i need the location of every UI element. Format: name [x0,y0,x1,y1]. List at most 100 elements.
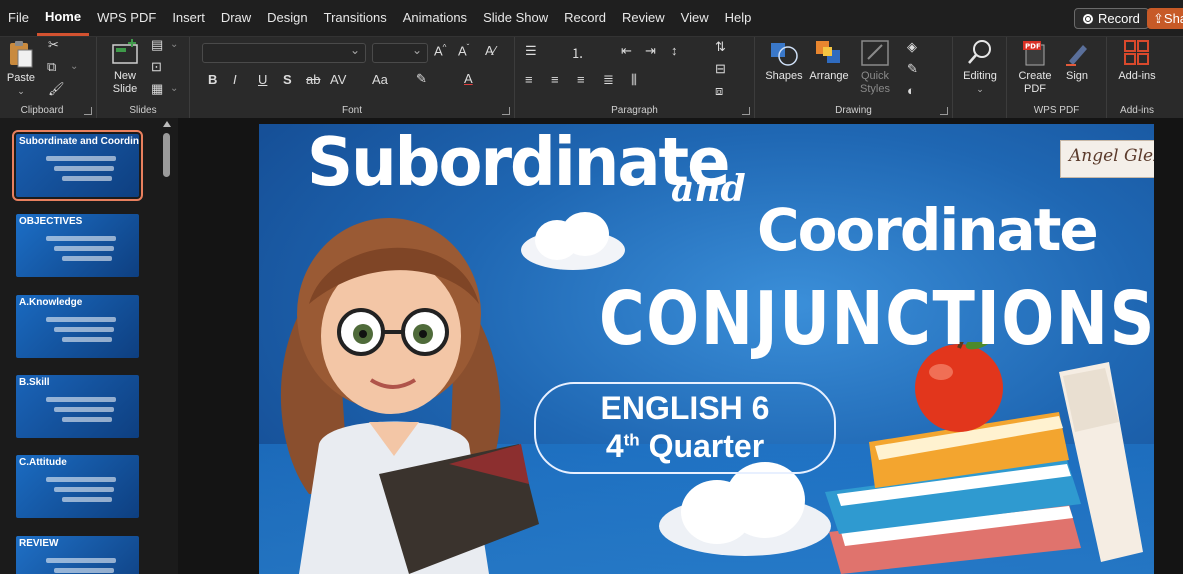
share-button[interactable]: ⇪Share [1147,8,1183,29]
record-icon [1083,13,1093,24]
paste-label: Paste [6,72,36,84]
create-pdf-button[interactable]: PDF Create PDF [1013,39,1057,96]
underline-icon[interactable]: U [258,72,267,87]
copy-icon[interactable]: ⧉ [47,59,56,75]
font-name-dropdown[interactable] [202,43,366,63]
menu-slide-show[interactable]: Slide Show [475,0,556,36]
decrease-font-icon[interactable]: Aˇ [458,43,469,58]
thumbnails-scroll-thumb[interactable] [163,133,170,177]
columns-icon[interactable]: ⫼ [631,72,637,88]
shapes-button[interactable]: Shapes [763,39,805,83]
thumbnail-text-line [62,417,112,422]
italic-icon[interactable]: I [233,72,237,87]
menu-record[interactable]: Record [556,0,614,36]
slide-thumbnail[interactable]: REVIEW [16,536,139,574]
align-left-icon[interactable]: ≡ [525,72,533,87]
quick-styles-icon [861,40,889,66]
numbering-icon[interactable]: ⒈ [571,43,584,62]
thumbnail-text-line [46,558,116,563]
decrease-indent-icon[interactable]: ⇤ [621,43,632,59]
shape-effects-icon[interactable]: ◐ [907,83,915,98]
thumbnail-text-line [54,327,114,332]
menu-wps-pdf[interactable]: WPS PDF [89,0,164,36]
thumbnails-scrollbar[interactable] [162,118,172,574]
paste-icon [10,41,33,68]
bullets-icon[interactable]: ☰ [525,43,537,59]
editing-dropdown-icon: ⌄ [976,84,984,94]
justify-icon[interactable]: ≣ [603,72,614,88]
paragraph-launcher-icon[interactable] [742,107,750,115]
search-icon [968,40,991,64]
create-pdf-label: Create PDF [1018,70,1052,95]
editing-button[interactable]: Editing ⌄ [957,39,1003,96]
menu-home[interactable]: Home [36,0,90,36]
menu-animations[interactable]: Animations [395,0,475,36]
highlight-icon[interactable]: ✎ [416,71,427,87]
increase-font-icon[interactable]: A^ [434,43,446,58]
pdf-icon: PDF [1023,41,1045,66]
menu-file[interactable]: File [0,0,37,36]
scroll-up-icon[interactable] [163,121,171,127]
layout-dropdown-icon[interactable]: ⌄ [170,39,178,50]
section-icon[interactable]: ▦ [151,81,163,97]
new-slide-button[interactable]: New Slide [105,39,145,96]
menu-transitions[interactable]: Transitions [316,0,395,36]
font-size-dropdown[interactable] [372,43,428,63]
shadow-icon[interactable]: S [283,72,292,87]
text-direction-icon[interactable]: ⇅ [715,39,726,55]
sign-button[interactable]: Sign [1059,39,1095,83]
addins-button[interactable]: Add-ins [1113,39,1161,83]
clear-formatting-icon[interactable]: A⁄ [485,43,496,58]
smartart-icon[interactable]: ⧈ [715,83,723,99]
cloud-bottom-icon [659,462,831,556]
quick-styles-button[interactable]: Quick Styles [853,39,897,96]
record-button-label: Record [1098,11,1140,26]
arrange-label: Arrange [809,70,849,82]
shape-outline-icon[interactable]: ✎ [907,61,918,77]
menu-review[interactable]: Review [614,0,673,36]
paste-dropdown-icon: ⌄ [17,86,25,96]
slide-thumbnail[interactable]: A.Knowledge [16,295,139,358]
font-color-icon[interactable]: A [464,71,473,86]
font-launcher-icon[interactable] [502,107,510,115]
format-painter-icon[interactable]: 🖌 [48,81,65,97]
menu-draw[interactable]: Draw [213,0,259,36]
shape-fill-icon[interactable]: ◈ [907,39,917,55]
paragraph-group-label: Paragraph [611,105,658,116]
menu-design[interactable]: Design [259,0,315,36]
line-spacing-icon[interactable]: ↕ [671,43,678,58]
slide-thumbnail[interactable]: OBJECTIVES [16,214,139,277]
bold-icon[interactable]: B [208,72,217,87]
menu-view[interactable]: View [673,0,717,36]
copy-dropdown-icon[interactable]: ⌄ [70,61,78,72]
teacher-illustration [280,218,539,574]
books-apple-illustration [825,342,1143,574]
layout-icon[interactable]: ▤ [151,37,163,53]
align-center-icon[interactable]: ≡ [551,72,559,87]
menu-insert[interactable]: Insert [164,0,213,36]
addins-icon [1124,40,1149,65]
slide-thumbnail[interactable]: Subordinate and Coordinate CONJUNCTIONS [12,130,143,201]
paste-button[interactable]: Paste ⌄ [4,39,38,98]
current-slide[interactable]: Subordinate and Coordinate CONJUNCTIONS … [259,124,1154,574]
record-button[interactable]: Record [1074,8,1149,29]
section-dropdown-icon[interactable]: ⌄ [170,83,178,94]
clipboard-launcher-icon[interactable] [84,107,92,115]
increase-indent-icon[interactable]: ⇥ [645,43,656,59]
slide-thumbnail[interactable]: C.Attitude [16,455,139,518]
badge-quarter-suffix: th [623,430,640,450]
menu-help[interactable]: Help [717,0,760,36]
arrange-button[interactable]: Arrange [807,39,851,83]
align-text-icon[interactable]: ⊟ [715,61,726,77]
slide-thumbnail-title: C.Attitude [19,457,67,468]
reset-slide-icon[interactable]: ⊡ [151,59,162,75]
change-case-icon[interactable]: Aa [372,72,388,87]
paragraph-group: ☰ ⒈ ⇤ ⇥ ↕ ⇅ ⊟ ⧈ ≡ ≡ ≡ ≣ ⫼ Paragraph [515,37,755,119]
drawing-launcher-icon[interactable] [940,107,948,115]
strikethrough-icon[interactable]: ab [306,72,320,87]
slide-thumbnail[interactable]: B.Skill [16,375,139,438]
align-right-icon[interactable]: ≡ [577,72,585,87]
cut-icon[interactable]: ✂ [48,37,59,53]
thumbnail-text-line [54,568,114,573]
character-spacing-icon[interactable]: AV [330,72,346,87]
